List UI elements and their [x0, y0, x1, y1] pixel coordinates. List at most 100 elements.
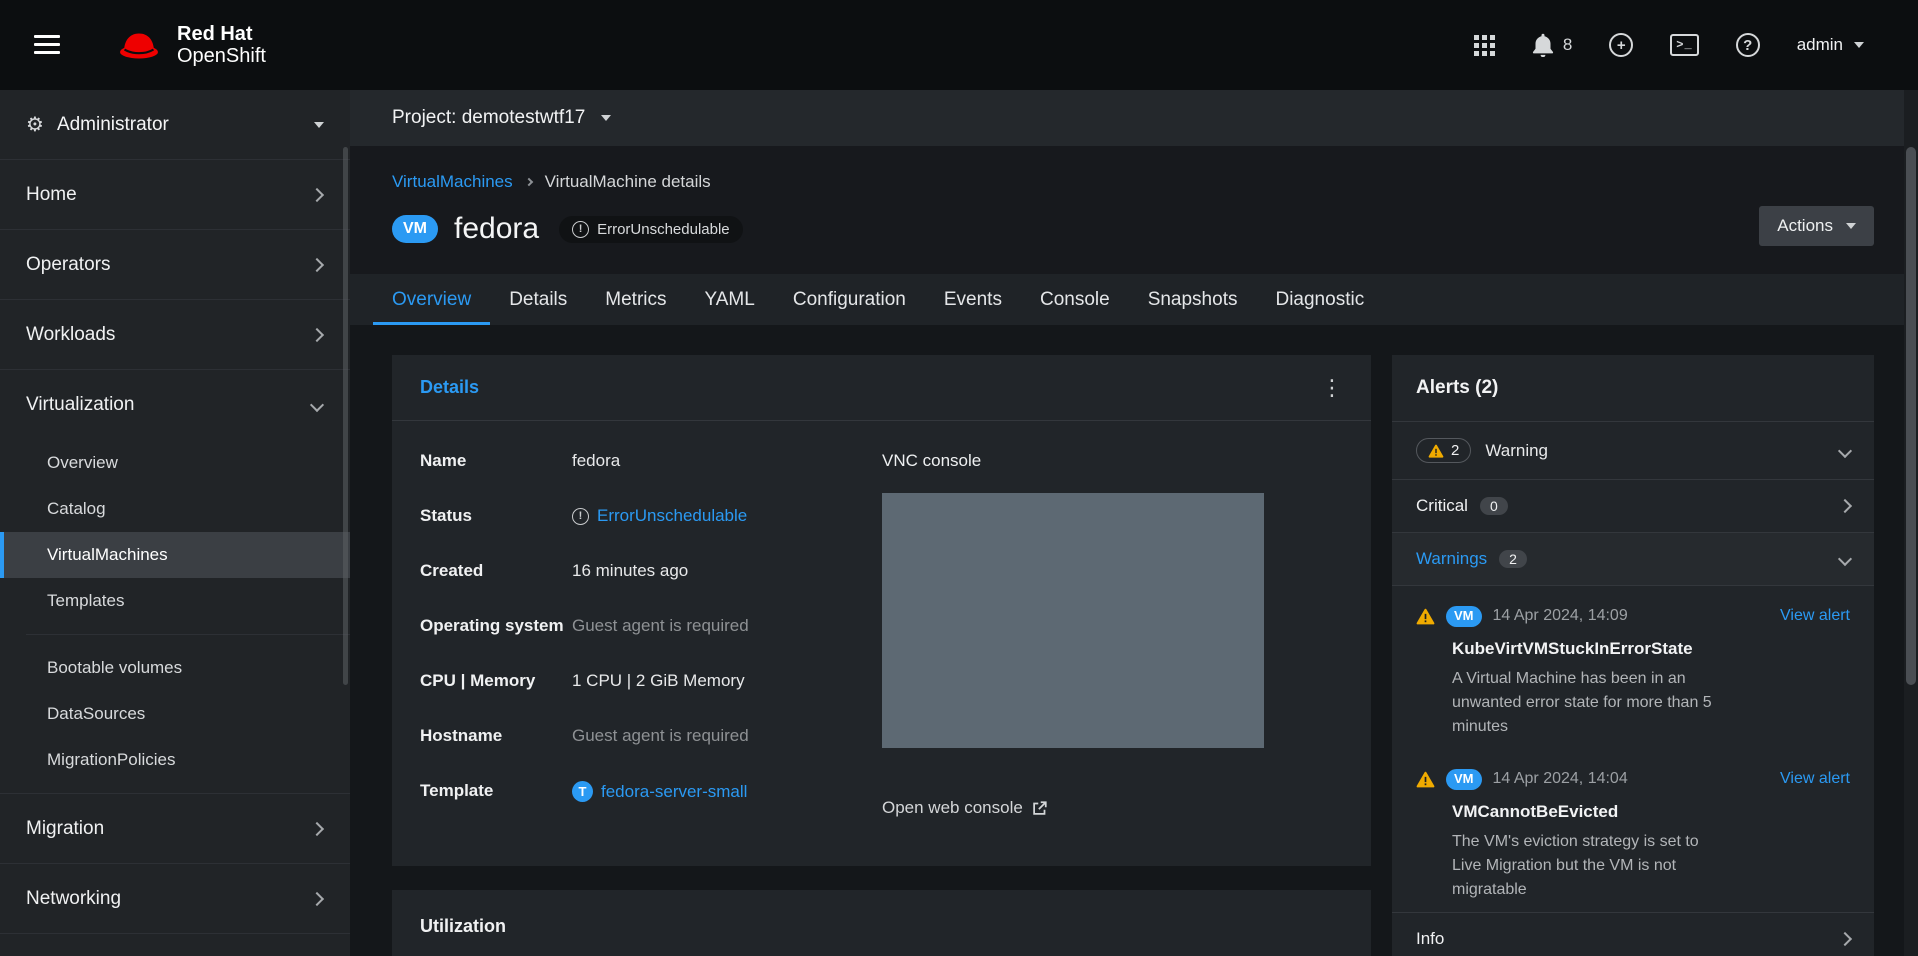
- utilization-card-title: Utilization: [420, 916, 506, 936]
- detail-label: Hostname: [420, 726, 572, 746]
- quick-create-button[interactable]: +: [1609, 33, 1633, 57]
- menu-bar: [34, 35, 60, 38]
- view-alert-link[interactable]: View alert: [1780, 770, 1850, 788]
- open-web-console-link[interactable]: Open web console: [882, 798, 1047, 818]
- alert-item: VM 14 Apr 2024, 14:04 View alert VMCanno…: [1392, 749, 1874, 912]
- detail-value: 1 CPU | 2 GiB Memory: [572, 671, 745, 691]
- tab-metrics[interactable]: Metrics: [586, 274, 685, 325]
- status-link[interactable]: ErrorUnschedulable: [597, 506, 747, 526]
- breadcrumb-current: VirtualMachine details: [545, 172, 711, 192]
- sidebar-subitem-label: Bootable volumes: [47, 658, 182, 678]
- scrollbar-thumb[interactable]: [1906, 147, 1916, 685]
- view-alert-link[interactable]: View alert: [1780, 607, 1850, 625]
- sidebar-item-migration[interactable]: Migration: [0, 794, 350, 864]
- chevron-right-icon: [310, 327, 324, 341]
- group-label: Info: [1416, 929, 1444, 949]
- vnc-console-preview[interactable]: [882, 493, 1264, 748]
- sidebar-scrollbar[interactable]: [343, 147, 348, 685]
- sidebar-item-networking[interactable]: Networking: [0, 864, 350, 934]
- user-name: admin: [1797, 35, 1843, 55]
- user-menu[interactable]: admin: [1797, 35, 1864, 55]
- main-content: Project: demotestwtf17 VirtualMachines V…: [350, 90, 1918, 956]
- tab-snapshots[interactable]: Snapshots: [1129, 274, 1257, 325]
- detail-value: fedora: [572, 451, 620, 471]
- external-link-icon: [1032, 801, 1047, 816]
- vnc-console-label: VNC console: [882, 451, 1343, 471]
- utilization-card: Utilization: [392, 890, 1371, 956]
- alerts-group-warnings[interactable]: Warnings 2: [1392, 533, 1874, 586]
- tab-console[interactable]: Console: [1021, 274, 1129, 325]
- tab-diagnostic[interactable]: Diagnostic: [1256, 274, 1383, 325]
- detail-label: Status: [420, 506, 572, 526]
- sidebar-item-virtualization[interactable]: Virtualization: [0, 370, 350, 440]
- detail-row-os: Operating system Guest agent is required: [420, 616, 882, 636]
- chevron-down-icon: [1838, 443, 1852, 457]
- details-card-title[interactable]: Details: [420, 377, 479, 398]
- sidebar-item-operators[interactable]: Operators: [0, 230, 350, 300]
- vm-resource-badge: VM: [392, 215, 438, 244]
- kebab-menu-icon[interactable]: ⋮: [1321, 379, 1343, 397]
- sidebar-item-workloads[interactable]: Workloads: [0, 300, 350, 370]
- template-link[interactable]: fedora-server-small: [601, 782, 747, 802]
- alert-title: KubeVirtVMStuckInErrorState: [1452, 639, 1742, 659]
- sidebar-item-label: Networking: [26, 888, 121, 910]
- perspective-label: Administrator: [57, 114, 169, 136]
- brand-logo[interactable]: Red Hat OpenShift: [116, 23, 266, 68]
- details-list: Name fedora Status ! ErrorUnschedulable: [420, 451, 882, 818]
- breadcrumb-separator-icon: [524, 178, 532, 186]
- sidebar-item-datasources[interactable]: DataSources: [0, 691, 350, 737]
- alert-item: VM 14 Apr 2024, 14:09 View alert KubeVir…: [1392, 586, 1874, 749]
- sidebar-item-bootable-volumes[interactable]: Bootable volumes: [0, 645, 350, 691]
- warning-count-pill: 2: [1416, 438, 1471, 463]
- tab-configuration[interactable]: Configuration: [774, 274, 925, 325]
- sidebar-subitem-label: MigrationPolicies: [47, 750, 176, 770]
- detail-label: Name: [420, 451, 572, 471]
- menu-toggle-icon[interactable]: [34, 35, 60, 55]
- chevron-down-icon: [1838, 552, 1852, 566]
- project-selector[interactable]: Project: demotestwtf17: [350, 90, 1918, 146]
- gear-icon: ⚙: [26, 112, 44, 137]
- breadcrumb: VirtualMachines VirtualMachine details: [392, 172, 1874, 192]
- sidebar-item-migrationpolicies[interactable]: MigrationPolicies: [0, 737, 350, 783]
- sidebar-item-label: Operators: [26, 254, 110, 276]
- alerts-group-info[interactable]: Info: [1392, 912, 1874, 956]
- actions-button[interactable]: Actions: [1759, 206, 1874, 246]
- grid-dot: [1474, 35, 1479, 40]
- web-terminal-button[interactable]: >_: [1670, 34, 1698, 56]
- help-button[interactable]: ?: [1736, 33, 1760, 57]
- sidebar-item-virtualmachines[interactable]: VirtualMachines: [0, 532, 350, 578]
- warning-triangle-icon: [1416, 608, 1435, 625]
- sidebar-subitem-label: Catalog: [47, 499, 106, 519]
- perspective-switcher[interactable]: ⚙ Administrator: [0, 90, 350, 160]
- overview-content: Details ⋮ Name fedora Status: [350, 325, 1918, 956]
- brand-text: Red Hat OpenShift: [177, 23, 266, 68]
- notifications-button[interactable]: 8: [1532, 33, 1572, 57]
- breadcrumb-link-virtualmachines[interactable]: VirtualMachines: [392, 172, 513, 192]
- tab-yaml[interactable]: YAML: [686, 274, 774, 325]
- detail-value: Guest agent is required: [572, 726, 749, 746]
- sidebar-subitem-label: Overview: [47, 453, 118, 473]
- sidebar-subitem-label: VirtualMachines: [47, 545, 168, 565]
- brand-line-2: OpenShift: [177, 45, 266, 67]
- caret-down-icon: [601, 115, 611, 121]
- template-badge-icon: T: [572, 781, 593, 802]
- tab-overview[interactable]: Overview: [373, 274, 490, 325]
- chevron-right-icon: [310, 821, 324, 835]
- detail-row-hostname: Hostname Guest agent is required: [420, 726, 882, 746]
- sidebar-item-catalog[interactable]: Catalog: [0, 486, 350, 532]
- vm-resource-badge: VM: [1446, 769, 1482, 790]
- warning-summary-label: Warning: [1485, 441, 1548, 461]
- app-launcher-icon[interactable]: [1474, 35, 1495, 56]
- group-count-badge: 0: [1480, 497, 1508, 515]
- chevron-right-icon: [310, 891, 324, 905]
- alerts-group-critical[interactable]: Critical 0: [1392, 480, 1874, 533]
- tab-events[interactable]: Events: [925, 274, 1021, 325]
- sidebar-item-home[interactable]: Home: [0, 160, 350, 230]
- tab-details[interactable]: Details: [490, 274, 586, 325]
- alerts-summary-row[interactable]: 2 Warning: [1392, 422, 1874, 480]
- sidebar-item-templates[interactable]: Templates: [0, 578, 350, 624]
- detail-label: Created: [420, 561, 572, 581]
- sidebar-item-overview[interactable]: Overview: [0, 440, 350, 486]
- window-scrollbar[interactable]: [1904, 90, 1918, 956]
- chevron-right-icon: [1838, 932, 1852, 946]
